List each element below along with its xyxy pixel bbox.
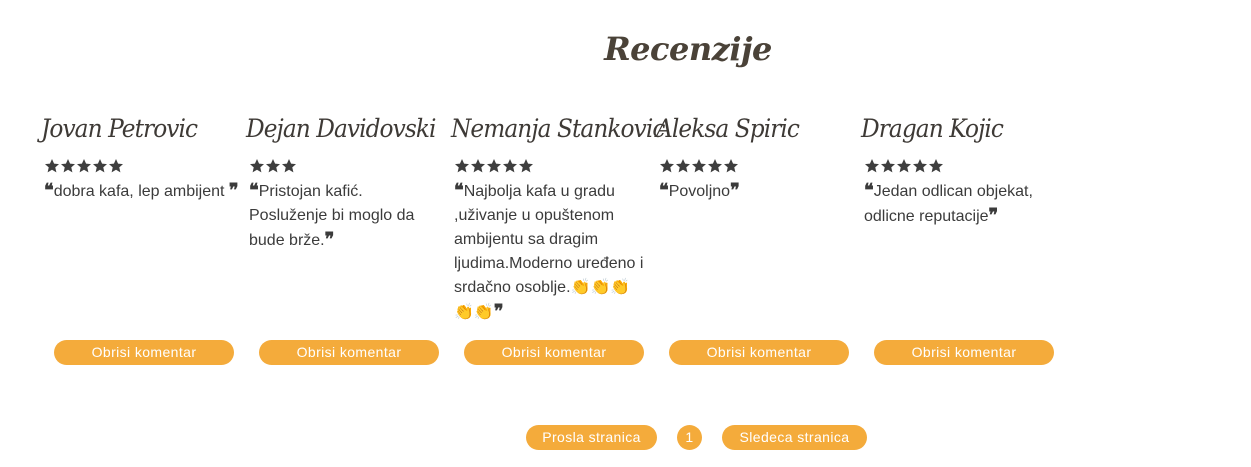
quote-open-icon: ❝ xyxy=(44,180,54,201)
star-rating xyxy=(864,158,1066,176)
review-card: Nemanja Stankovic ❝Najbolja kafa u gradu… xyxy=(451,112,665,325)
delete-comment-button[interactable]: Obrisi komentar xyxy=(874,340,1054,365)
review-comment: ❝Povoljno❞ xyxy=(659,179,855,204)
reviewer-name: Dragan Kojic xyxy=(861,114,1004,143)
previous-page-button[interactable]: Prosla stranica xyxy=(526,425,657,450)
star-icon xyxy=(76,158,92,174)
star-icon xyxy=(691,158,707,174)
star-icon xyxy=(928,158,944,174)
star-icon xyxy=(912,158,928,174)
star-rating xyxy=(44,158,246,176)
review-comment-text: Povoljno xyxy=(668,183,731,200)
star-icon xyxy=(880,158,896,174)
review-card: Aleksa Spiric ❝Povoljno❞ xyxy=(656,112,861,204)
star-icon xyxy=(281,158,297,174)
star-icon xyxy=(864,158,880,174)
star-icon xyxy=(896,158,912,174)
delete-comment-button[interactable]: Obrisi komentar xyxy=(259,340,439,365)
page-number-button[interactable]: 1 xyxy=(677,425,702,450)
review-comment-text: Najbolja kafa u gradu ,uživanje u opušte… xyxy=(454,183,644,321)
reviewer-name: Dejan Davidovski xyxy=(246,114,436,143)
page-title: Recenzije xyxy=(604,30,772,68)
star-icon xyxy=(60,158,76,174)
quote-open-icon: ❝ xyxy=(249,180,259,201)
star-icon xyxy=(518,158,534,174)
star-icon xyxy=(502,158,518,174)
reviewer-name: Aleksa Spiric xyxy=(656,114,800,143)
delete-comment-button[interactable]: Obrisi komentar xyxy=(54,340,234,365)
star-icon xyxy=(454,158,470,174)
star-icon xyxy=(265,158,281,174)
review-comment-text: dobra kafa, lep ambijent xyxy=(53,183,229,200)
star-icon xyxy=(92,158,108,174)
star-icon xyxy=(675,158,691,174)
quote-open-icon: ❝ xyxy=(454,180,464,201)
quote-close-icon: ❞ xyxy=(324,229,335,250)
delete-comment-button[interactable]: Obrisi komentar xyxy=(669,340,849,365)
quote-close-icon: ❞ xyxy=(228,180,239,201)
star-rating xyxy=(659,158,861,176)
review-comment-text: Jedan odlican objekat, odlicne reputacij… xyxy=(864,183,1033,225)
star-rating xyxy=(454,158,656,176)
quote-open-icon: ❝ xyxy=(659,180,669,201)
review-comment: ❝Jedan odlican objekat, odlicne reputaci… xyxy=(864,179,1060,229)
review-card: Dejan Davidovski ❝Pristojan kafić. Poslu… xyxy=(246,112,451,253)
star-icon xyxy=(249,158,265,174)
star-icon xyxy=(108,158,124,174)
reviewer-name: Jovan Petrovic xyxy=(41,114,198,143)
review-card: Jovan Petrovic ❝dobra kafa, lep ambijent… xyxy=(41,112,246,204)
star-icon xyxy=(486,158,502,174)
star-icon xyxy=(707,158,723,174)
star-icon xyxy=(659,158,675,174)
review-card: Dragan Kojic ❝Jedan odlican objekat, odl… xyxy=(861,112,1066,229)
star-icon xyxy=(723,158,739,174)
star-rating xyxy=(249,158,451,176)
next-page-button[interactable]: Sledeca stranica xyxy=(722,425,867,450)
quote-open-icon: ❝ xyxy=(864,180,874,201)
reviewer-name: Nemanja Stankovic xyxy=(451,114,665,143)
quote-close-icon: ❞ xyxy=(493,301,504,322)
review-comment: ❝dobra kafa, lep ambijent ❞ xyxy=(44,179,240,204)
review-comment: ❝Pristojan kafić. Posluženje bi moglo da… xyxy=(249,179,445,253)
quote-close-icon: ❞ xyxy=(988,205,999,226)
star-icon xyxy=(470,158,486,174)
star-icon xyxy=(44,158,60,174)
quote-close-icon: ❞ xyxy=(730,180,740,201)
review-comment: ❝Najbolja kafa u gradu ,uživanje u opušt… xyxy=(454,179,650,325)
delete-comment-button[interactable]: Obrisi komentar xyxy=(464,340,644,365)
